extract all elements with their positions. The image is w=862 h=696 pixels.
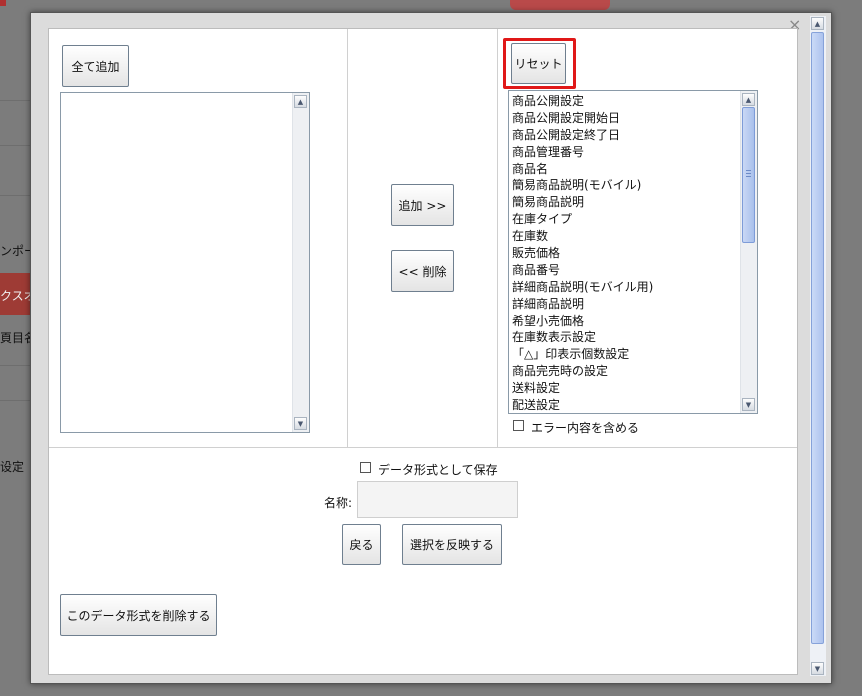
save-as-format-checkbox[interactable] — [360, 462, 371, 473]
available-fields-list[interactable]: ▲ ▼ — [60, 92, 310, 433]
scroll-down-icon[interactable]: ▼ — [294, 417, 307, 430]
scroll-thumb[interactable] — [742, 107, 755, 243]
remove-button[interactable]: << 削除 — [391, 250, 454, 292]
include-errors-label: エラー内容を含める — [531, 421, 640, 435]
list-item[interactable]: 商品完売時の設定 — [512, 363, 757, 380]
list-item[interactable]: 商品管理番号 — [512, 144, 757, 161]
list-item[interactable]: 商品番号 — [512, 262, 757, 279]
scroll-up-icon[interactable]: ▲ — [811, 17, 824, 30]
list-item[interactable]: 在庫数 — [512, 228, 757, 245]
list-item[interactable]: 販売価格 — [512, 245, 757, 262]
background-header-button — [510, 0, 610, 10]
list-item[interactable]: 希望小売価格 — [512, 313, 757, 330]
list-item[interactable]: 在庫数表示設定 — [512, 329, 757, 346]
list-item[interactable]: 商品名 — [512, 161, 757, 178]
reset-button[interactable]: リセット — [511, 43, 566, 84]
scroll-up-icon[interactable]: ▲ — [294, 95, 307, 108]
available-list-scrollbar[interactable]: ▲ ▼ — [292, 93, 309, 432]
list-item[interactable]: 配送設定 — [512, 397, 757, 413]
list-item[interactable]: 商品公開設定終了日 — [512, 127, 757, 144]
page-scrollbar[interactable]: ▲ ▼ — [810, 16, 826, 676]
list-item[interactable]: 詳細商品説明 — [512, 296, 757, 313]
background-accent — [0, 0, 6, 6]
list-item[interactable]: 在庫タイプ — [512, 211, 757, 228]
scroll-down-icon[interactable]: ▼ — [811, 662, 824, 675]
add-all-button[interactable]: 全て追加 — [62, 45, 129, 87]
include-errors-checkbox[interactable] — [513, 420, 524, 431]
scroll-down-icon[interactable]: ▼ — [742, 398, 755, 411]
column-divider — [497, 29, 498, 447]
delete-format-button[interactable]: このデータ形式を削除する — [60, 594, 217, 636]
selected-list-scrollbar[interactable]: ▲ ▼ — [740, 91, 757, 413]
name-input[interactable] — [357, 481, 518, 518]
back-button[interactable]: 戻る — [342, 524, 381, 565]
background-text: 设定 — [0, 460, 25, 474]
page-scroll-thumb[interactable] — [811, 32, 824, 644]
list-item[interactable]: 商品公開設定 — [512, 93, 757, 110]
dialog-content: 全て追加 ▲ ▼ 追加 >> << 削除 リセット 商品公開設定 商品公開設定開始… — [48, 28, 798, 675]
section-divider — [49, 447, 797, 448]
scroll-up-icon[interactable]: ▲ — [742, 93, 755, 106]
name-label: 名称: — [324, 496, 353, 510]
selected-fields-items: 商品公開設定 商品公開設定開始日 商品公開設定終了日 商品管理番号 商品名 簡易商品説明(… — [509, 91, 757, 413]
list-item[interactable]: 詳細商品説明(モバイル用) — [512, 279, 757, 296]
list-item[interactable]: 簡易商品説明 — [512, 194, 757, 211]
save-as-format-label: データ形式として保存 — [378, 463, 498, 477]
list-item[interactable]: 簡易商品説明(モバイル) — [512, 177, 757, 194]
apply-selection-button[interactable]: 選択を反映する — [402, 524, 502, 565]
column-divider — [347, 29, 348, 447]
add-button[interactable]: 追加 >> — [391, 184, 454, 226]
list-item[interactable]: 商品公開設定開始日 — [512, 110, 757, 127]
list-item[interactable]: 送料設定 — [512, 380, 757, 397]
selected-fields-list[interactable]: 商品公開設定 商品公開設定開始日 商品公開設定終了日 商品管理番号 商品名 簡易商品説明(… — [508, 90, 758, 414]
list-item[interactable]: 「△」印表示個数設定 — [512, 346, 757, 363]
